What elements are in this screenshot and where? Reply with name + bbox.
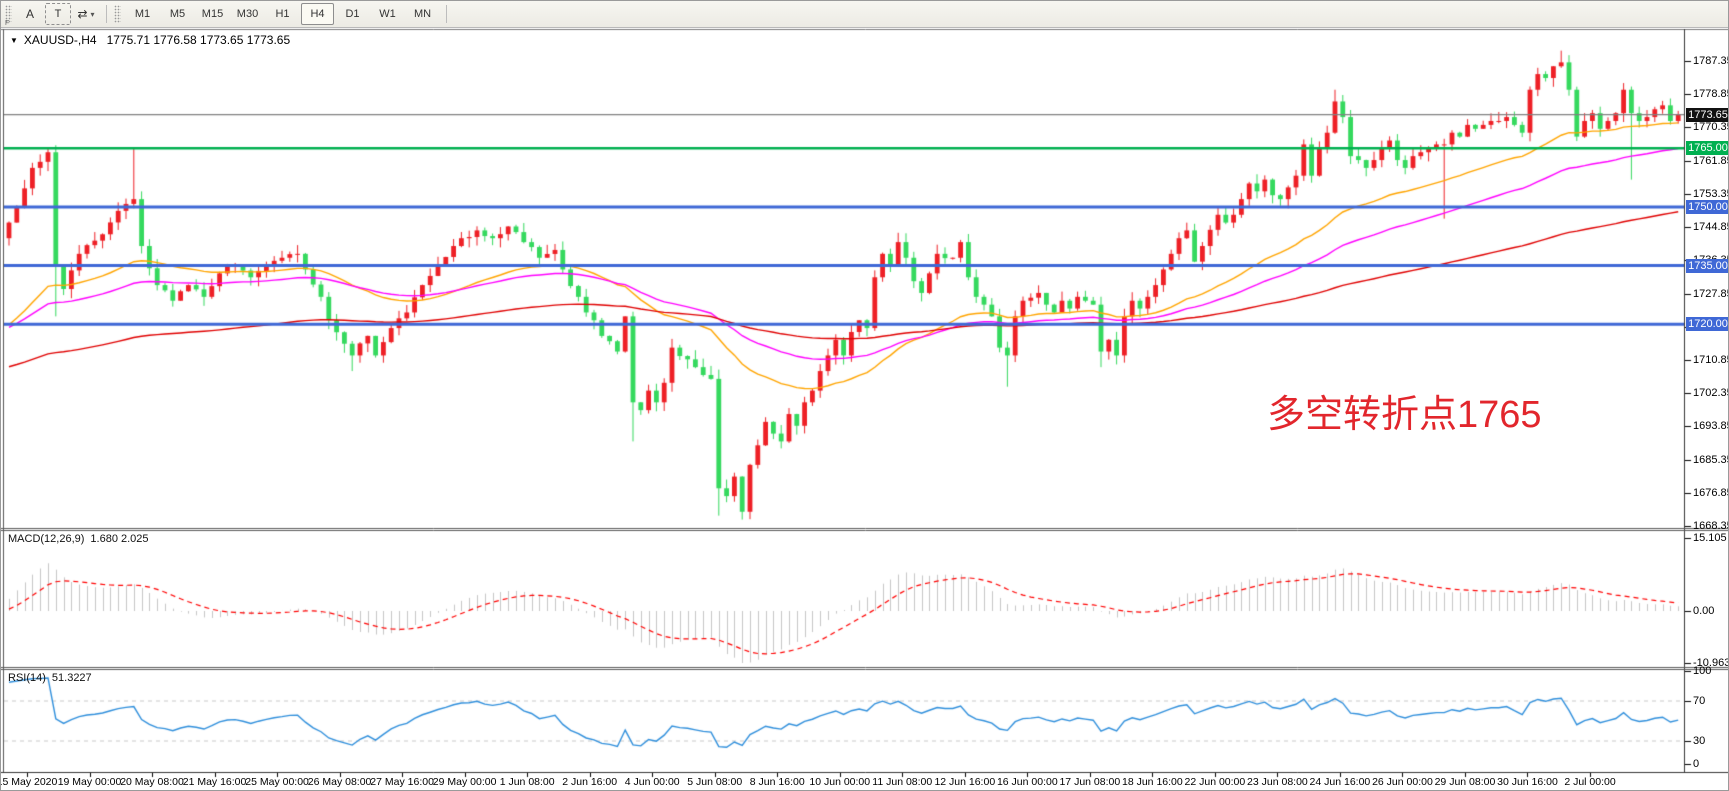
- time-axis-label: 4 Jun 00:00: [625, 776, 680, 788]
- time-axis-label: 8 Jun 16:00: [750, 776, 805, 788]
- price-axis-label: 1676.85: [1693, 487, 1729, 499]
- dropdown-caret-icon: ▾: [91, 10, 95, 19]
- text-tool-button[interactable]: T: [45, 3, 71, 25]
- chart-annotation: 多空转折点1765: [1267, 383, 1542, 438]
- toolbar-gripper[interactable]: F: [5, 5, 12, 23]
- time-axis-label: 29 May 00:00: [433, 776, 497, 788]
- timeframe-button-mn[interactable]: MN: [406, 3, 439, 25]
- macd-indicator-values: 1.680 2.025: [90, 533, 148, 545]
- annotate-a-button[interactable]: A: [17, 3, 43, 25]
- price-axis-label: 1710.85: [1693, 354, 1729, 366]
- timeframe-button-m5[interactable]: M5: [161, 3, 194, 25]
- rsi-axis-label: 30: [1693, 735, 1705, 747]
- timeframe-button-w1[interactable]: W1: [371, 3, 404, 25]
- ohlc-values: 1775.71 1776.58 1773.65 1773.65: [107, 33, 291, 47]
- time-axis-label: 12 Jun 16:00: [934, 776, 995, 788]
- price-axis-label: 1693.85: [1693, 420, 1729, 432]
- price-axis-label: 1727.85: [1693, 288, 1729, 300]
- time-axis-label: 5 Jun 08:00: [687, 776, 742, 788]
- time-axis-label: 15 May 2020: [0, 776, 57, 788]
- time-axis-label: 11 Jun 08:00: [872, 776, 932, 788]
- chart-title: ▼ XAUUSD-,H4 1775.71 1776.58 1773.65 177…: [10, 33, 290, 47]
- time-axis-label: 16 Jun 00:00: [997, 776, 1058, 788]
- macd-axis-label: 0.00: [1693, 605, 1714, 617]
- price-axis-label: 1787.35: [1693, 55, 1729, 67]
- price-axis[interactable]: 1787.35 1778.85 1770.35 1761.85 1753.35 1744.…: [1685, 29, 1729, 773]
- timeframe-button-m1[interactable]: M1: [126, 3, 159, 25]
- mt4-window: F AT⇄▾ M1M5M15M30H1H4D1W1MN ▼ XAUUSD-,H4…: [0, 0, 1729, 791]
- current-price-badge: 1773.65: [1686, 108, 1729, 122]
- time-axis-label: 18 Jun 16:00: [1122, 776, 1183, 788]
- rsi-axis-label: 100: [1693, 665, 1711, 677]
- time-axis-label: 2 Jun 16:00: [562, 776, 617, 788]
- time-axis-label: 23 Jun 08:00: [1247, 776, 1308, 788]
- toolbar: F AT⇄▾ M1M5M15M30H1H4D1W1MN: [1, 1, 1729, 28]
- rsi-indicator-values: 51.3227: [52, 672, 92, 684]
- time-axis-label: 17 Jun 08:00: [1059, 776, 1120, 788]
- toolbar-separator-2: [446, 5, 447, 23]
- price-axis-label: 1778.85: [1693, 88, 1729, 100]
- symbol-period-label: XAUUSD-,H4: [24, 33, 97, 47]
- time-axis-label: 25 May 00:00: [245, 776, 309, 788]
- toolbar-separator: [106, 5, 107, 23]
- time-axis-label: 2 Jul 00:00: [1564, 776, 1615, 788]
- macd-axis-label: 15.105: [1693, 532, 1727, 544]
- time-axis-label: 22 Jun 00:00: [1185, 776, 1246, 788]
- time-axis[interactable]: 15 May 202019 May 00:0020 May 08:0021 Ma…: [1, 773, 1729, 791]
- price-axis-label: 1761.85: [1693, 155, 1729, 167]
- price-axis-label: 1770.35: [1693, 121, 1729, 133]
- time-axis-label: 10 Jun 00:00: [809, 776, 870, 788]
- symbol-dropdown-icon[interactable]: ▼: [10, 36, 18, 45]
- price-axis-label: 1702.35: [1693, 387, 1729, 399]
- level-price-badge: 1720.00: [1686, 317, 1729, 331]
- toolbar-gripper-2[interactable]: [114, 5, 121, 23]
- gripper-label: F: [5, 20, 9, 27]
- price-axis-label: 1744.85: [1693, 221, 1729, 233]
- time-axis-label: 27 May 16:00: [370, 776, 434, 788]
- rsi-panel-label: RSI(14) 51.3227: [8, 672, 98, 684]
- objects-arrows-button[interactable]: ⇄▾: [73, 3, 99, 25]
- tool-button-group: AT⇄▾: [16, 3, 100, 25]
- level-price-badge: 1765.00: [1686, 141, 1729, 155]
- rsi-indicator-name: RSI(14): [8, 672, 46, 684]
- timeframe-button-m30[interactable]: M30: [231, 3, 264, 25]
- time-axis-label: 1 Jun 08:00: [500, 776, 555, 788]
- time-axis-label: 29 Jun 08:00: [1435, 776, 1496, 788]
- price-axis-label: 1753.35: [1693, 188, 1729, 200]
- macd-indicator-name: MACD(12,26,9): [8, 533, 84, 545]
- timeframe-button-m15[interactable]: M15: [196, 3, 229, 25]
- time-axis-label: 26 May 08:00: [308, 776, 372, 788]
- rsi-axis-label: 70: [1693, 695, 1705, 707]
- time-axis-label: 21 May 16:00: [183, 776, 247, 788]
- time-axis-label: 20 May 08:00: [120, 776, 184, 788]
- time-axis-label: 26 Jun 00:00: [1372, 776, 1433, 788]
- level-price-badge: 1750.00: [1686, 200, 1729, 214]
- time-axis-label: 24 Jun 16:00: [1310, 776, 1371, 788]
- level-price-badge: 1735.00: [1686, 259, 1729, 273]
- time-axis-label: 19 May 00:00: [58, 776, 122, 788]
- timeframe-button-d1[interactable]: D1: [336, 3, 369, 25]
- timeframe-button-h1[interactable]: H1: [266, 3, 299, 25]
- macd-panel-label: MACD(12,26,9) 1.680 2.025: [8, 533, 155, 545]
- time-axis-label: 30 Jun 16:00: [1497, 776, 1558, 788]
- timeframe-button-h4[interactable]: H4: [301, 3, 334, 25]
- timeframe-button-group: M1M5M15M30H1H4D1W1MN: [125, 3, 440, 25]
- rsi-axis-label: 0: [1693, 758, 1699, 770]
- price-axis-label: 1685.35: [1693, 454, 1729, 466]
- price-axis-label: 1668.35: [1693, 520, 1729, 532]
